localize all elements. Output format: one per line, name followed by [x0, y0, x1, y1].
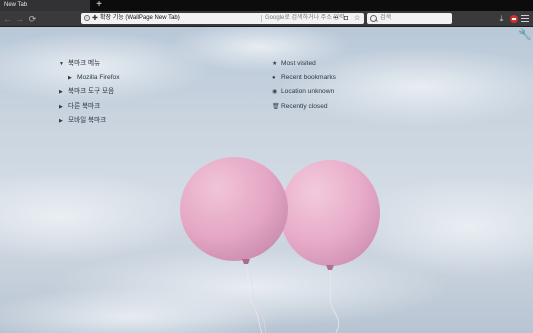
hamburger-menu-icon[interactable] [521, 15, 529, 23]
collapse-arrow-icon[interactable]: ▼ [59, 57, 68, 71]
trash-icon: 🗑 [272, 103, 280, 110]
search-icon [370, 15, 377, 22]
bookmark-folder-mobile[interactable]: ▶ 모바일 북마크 [59, 114, 120, 128]
new-tab-page: 🔧 ▼ 북마크 메뉴 ▶ Mozilla Firefox ▶ 북마크 도구 모음 ▶ 다… [0, 27, 533, 333]
bookmark-folder-label: Mozilla Firefox [77, 74, 120, 82]
pocket-icon[interactable]: ◘ [344, 13, 348, 24]
shortcut-location-unknown[interactable]: ◉ Location unknown [272, 85, 336, 99]
shortcut-most-visited[interactable]: ★ Most visited [272, 57, 336, 71]
back-button[interactable]: ← [2, 13, 13, 25]
star-bookmark-icon[interactable]: ☆ [354, 13, 360, 24]
extension-icon: ✚ [92, 15, 98, 22]
shortcut-label: Most visited [281, 60, 316, 67]
blocker-extension-icon[interactable] [510, 15, 518, 23]
download-icon[interactable]: ⤓ [497, 14, 506, 24]
expand-arrow-icon[interactable]: ▶ [59, 100, 68, 114]
expand-arrow-icon[interactable]: ▶ [59, 85, 68, 99]
browser-window: New Tab + ← → ⟳ i ✚ 확장 기능 (WallPage New … [0, 0, 533, 333]
extension-identity-label[interactable]: 확장 기능 (WallPage New Tab) [100, 13, 180, 24]
shortcut-label: Recently closed [281, 102, 328, 110]
bookmark-folder-menu[interactable]: ▼ 북마크 메뉴 [59, 57, 120, 71]
tab-strip: New Tab + [0, 0, 533, 11]
shortcut-list: ★ Most visited ● Recent bookmarks ◉ Locatio… [272, 57, 336, 114]
bookmark-dot-icon: ● [272, 75, 276, 82]
bookmarks-tree: ▼ 북마크 메뉴 ▶ Mozilla Firefox ▶ 북마크 도구 모음 ▶ 다른 … [59, 57, 120, 128]
search-input[interactable]: 검색 [380, 13, 391, 24]
page-actions-icon[interactable]: ••• [333, 13, 338, 24]
shortcut-label: Location unknown [281, 88, 335, 96]
bookmark-folder-label: 북마크 도구 모음 [68, 88, 115, 96]
bookmark-folder-toolbar[interactable]: ▶ 북마크 도구 모음 [59, 85, 120, 99]
expand-arrow-icon[interactable]: ▶ [59, 114, 68, 128]
bookmark-folder-label: 모바일 북마크 [68, 116, 107, 124]
bookmark-folder-label: 다른 북마크 [68, 102, 101, 110]
shortcut-recent-bookmarks[interactable]: ● Recent bookmarks [272, 71, 336, 85]
balloon-right [280, 160, 380, 266]
new-tab-button[interactable]: + [94, 0, 104, 11]
bookmark-folder-other[interactable]: ▶ 다른 북마크 [59, 100, 120, 114]
navigation-toolbar: ← → ⟳ i ✚ 확장 기능 (WallPage New Tab) Googl… [0, 11, 533, 27]
search-bar[interactable]: 검색 [367, 13, 452, 24]
shortcut-label: Recent bookmarks [281, 74, 336, 82]
bookmark-folder-mozilla-firefox[interactable]: ▶ Mozilla Firefox [59, 71, 120, 85]
info-icon[interactable]: i [84, 15, 90, 21]
balloon-left [180, 157, 288, 261]
star-icon: ★ [272, 61, 278, 67]
eye-icon: ◉ [272, 89, 278, 96]
url-bar[interactable]: i ✚ 확장 기능 (WallPage New Tab) Google로 검색하… [81, 13, 364, 24]
url-divider [261, 15, 262, 22]
tab-new-tab[interactable]: New Tab [0, 0, 90, 11]
forward-button[interactable]: → [14, 13, 25, 25]
bookmark-folder-label: 북마크 메뉴 [68, 60, 101, 67]
wrench-settings-icon[interactable]: 🔧 [518, 29, 532, 41]
shortcut-recently-closed[interactable]: 🗑Recently closed [272, 100, 336, 114]
expand-arrow-icon[interactable]: ▶ [68, 71, 77, 85]
reload-button[interactable]: ⟳ [27, 13, 38, 25]
